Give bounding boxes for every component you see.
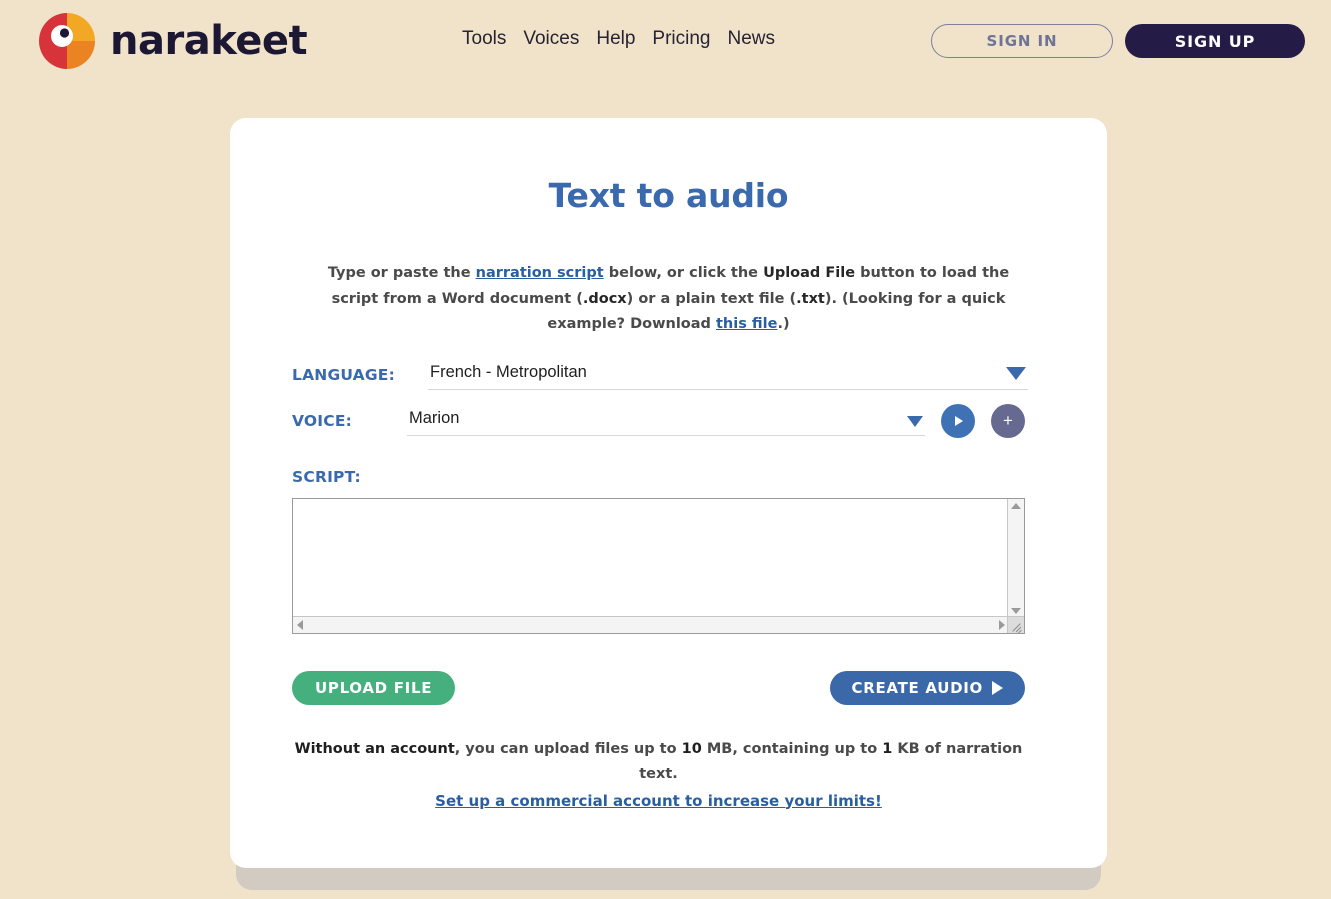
intro-bold-upload-file: Upload File — [763, 265, 856, 281]
nav-item-pricing[interactable]: Pricing — [652, 28, 710, 50]
nav-item-help[interactable]: Help — [596, 28, 635, 50]
script-label: SCRIPT: — [292, 467, 361, 486]
intro-text-1: Type or paste the — [327, 265, 476, 281]
preview-voice-button[interactable] — [941, 403, 975, 438]
nav-item-voices[interactable]: Voices — [523, 28, 579, 50]
resize-grip-icon[interactable] — [1007, 615, 1024, 633]
limits-text-b: MB, containing up to — [701, 740, 883, 757]
script-vertical-scrollbar[interactable] — [1007, 498, 1024, 618]
voice-select[interactable]: Marion — [407, 406, 925, 436]
voice-label: VOICE: — [292, 412, 353, 430]
intro-bold-docx: .docx — [582, 290, 627, 307]
parrot-logo-icon — [38, 12, 96, 70]
nav-item-news[interactable]: News — [728, 28, 776, 50]
create-audio-label: CREATE AUDIO — [851, 678, 983, 697]
commercial-account-link[interactable]: Set up a commercial account to increase … — [292, 789, 1025, 814]
narration-script-link[interactable]: narration script — [476, 265, 604, 281]
account-limits-text: Without an account, you can upload files… — [292, 737, 1025, 814]
language-field-row: LANGUAGE: French - Metropolitan — [292, 360, 1045, 390]
this-file-link[interactable]: this file — [716, 316, 777, 332]
plus-icon: + — [1003, 411, 1013, 430]
scroll-left-icon[interactable] — [297, 619, 303, 630]
upload-file-button[interactable]: UPLOAD FILE — [292, 670, 456, 705]
limits-text-size: 1 — [882, 740, 893, 757]
limits-text-a: , you can upload files up to — [454, 740, 682, 757]
limits-file-size: 10 — [681, 740, 702, 757]
brand-name: narakeet — [110, 18, 308, 64]
scroll-right-icon[interactable] — [999, 619, 1005, 630]
sign-up-button[interactable]: SIGN UP — [1125, 24, 1305, 58]
chevron-down-icon[interactable] — [1006, 366, 1026, 380]
brand-logo[interactable]: narakeet — [38, 12, 308, 70]
play-icon — [992, 680, 1003, 695]
limits-bold-lead: Without an account — [294, 740, 455, 757]
language-label: LANGUAGE: — [292, 366, 395, 384]
text-to-audio-card: Text to audio Type or paste the narratio… — [230, 118, 1107, 868]
voice-field-row: VOICE: Marion + — [292, 403, 1045, 438]
script-textarea-frame — [292, 497, 1025, 634]
action-buttons-row: UPLOAD FILE CREATE AUDIO — [292, 670, 1025, 705]
page-title: Text to audio — [548, 176, 789, 215]
intro-paragraph: Type or paste the narration script below… — [304, 261, 1033, 338]
auth-buttons: SIGN IN SIGN UP — [931, 24, 1305, 58]
language-select[interactable]: French - Metropolitan — [428, 360, 1028, 390]
nav-item-tools[interactable]: Tools — [462, 28, 506, 50]
play-icon — [955, 415, 963, 426]
chevron-down-icon[interactable] — [907, 415, 923, 427]
intro-text-4: ) or a plain text file ( — [626, 290, 797, 307]
main-card-wrapper: Text to audio Type or paste the narratio… — [230, 118, 1107, 890]
add-voice-button[interactable]: + — [991, 403, 1025, 438]
scroll-up-icon[interactable] — [1011, 502, 1021, 509]
main-nav: Tools Voices Help Pricing News — [462, 28, 775, 50]
create-audio-button[interactable]: CREATE AUDIO — [829, 670, 1025, 705]
script-input[interactable] — [293, 498, 994, 603]
intro-text-6: .) — [777, 316, 790, 332]
site-header: narakeet Tools Voices Help Pricing News … — [0, 0, 1331, 82]
voice-selected-value: Marion — [409, 408, 460, 427]
script-horizontal-scrollbar[interactable] — [293, 615, 1009, 633]
intro-bold-txt: .txt — [796, 290, 825, 307]
language-selected-value: French - Metropolitan — [430, 362, 587, 381]
intro-text-2: below, or click the — [603, 265, 764, 281]
sign-in-button[interactable]: SIGN IN — [931, 24, 1113, 58]
scroll-down-icon[interactable] — [1011, 607, 1021, 614]
